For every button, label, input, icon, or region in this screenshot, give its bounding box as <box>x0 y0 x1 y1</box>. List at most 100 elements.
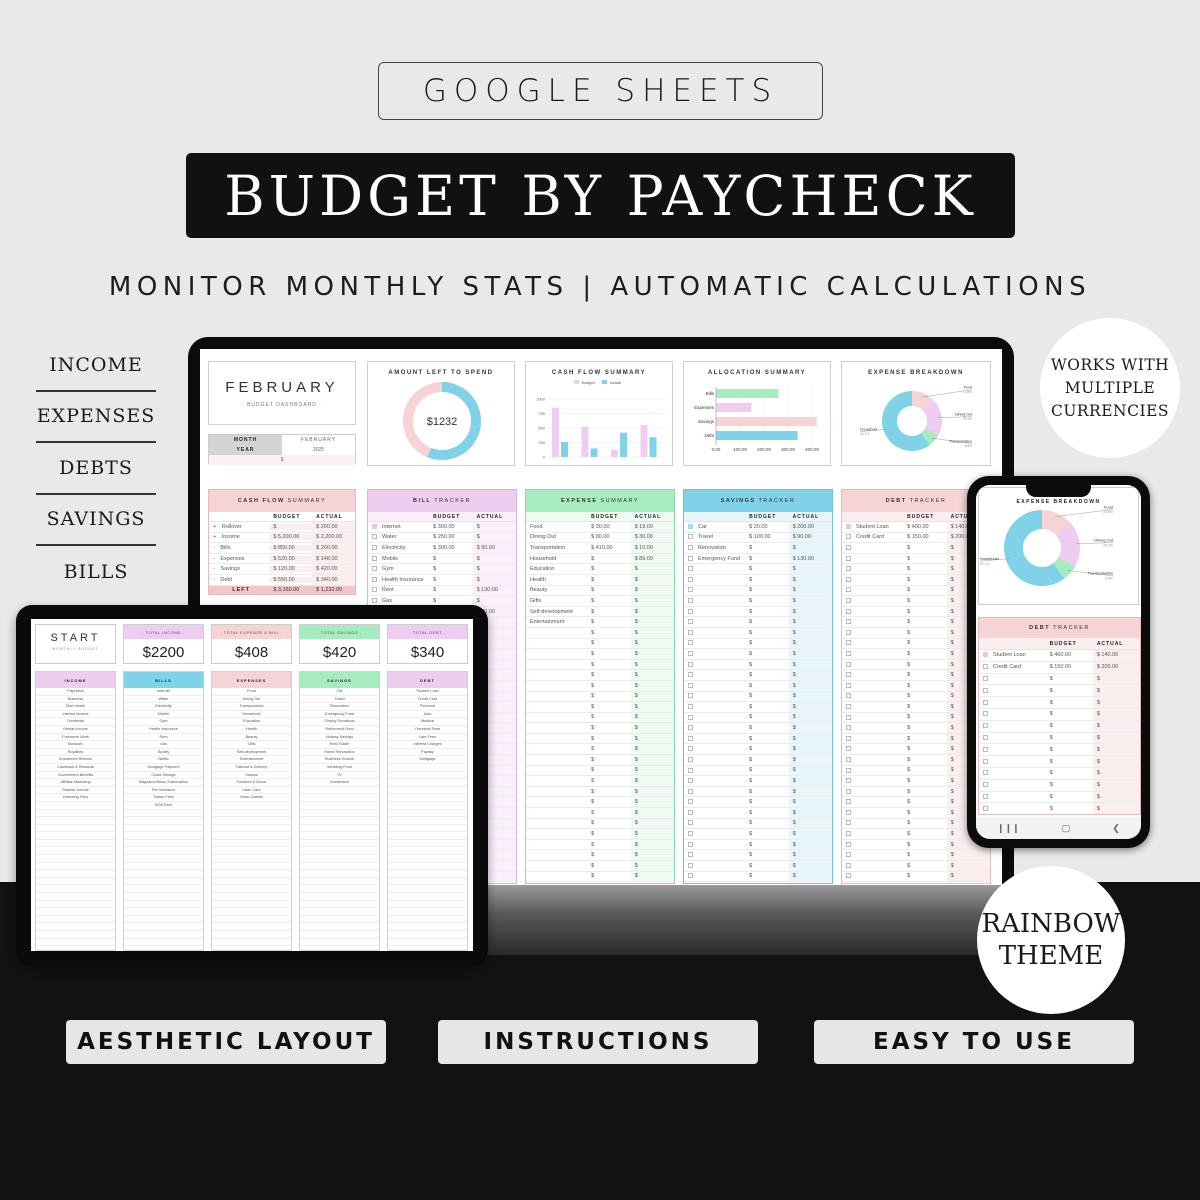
row-actual[interactable]: $ <box>788 638 832 649</box>
row-budget[interactable]: $ <box>587 810 630 816</box>
row-budget[interactable]: $ 410.00 <box>587 545 630 551</box>
home-icon[interactable]: ▢ <box>1062 823 1071 834</box>
row-budget[interactable]: $ <box>429 577 472 583</box>
row-actual[interactable]: $ <box>630 850 674 860</box>
row-budget[interactable]: $ 550.00 <box>269 576 313 583</box>
row-actual[interactable]: $ <box>1092 685 1140 697</box>
row-budget[interactable]: $ 100.00 <box>745 534 788 540</box>
row-actual[interactable]: $ <box>630 596 674 606</box>
checkbox[interactable] <box>846 841 851 847</box>
checkbox[interactable] <box>846 693 851 699</box>
row-actual[interactable]: $ 130.00 <box>788 553 832 564</box>
row-budget[interactable]: $ <box>745 662 788 668</box>
row-budget[interactable]: $ <box>903 831 946 837</box>
row-budget[interactable]: $ <box>587 789 630 795</box>
row-actual[interactable]: $ <box>788 585 832 596</box>
row-budget[interactable]: $ <box>429 587 472 593</box>
row-budget[interactable]: $ <box>587 619 630 625</box>
row-budget[interactable]: $ <box>745 714 788 720</box>
row-actual[interactable]: $ <box>630 649 674 659</box>
checkbox[interactable] <box>983 652 988 658</box>
recent-apps-icon[interactable]: ❙❙❙ <box>997 823 1020 834</box>
row-budget[interactable]: $ <box>745 863 788 869</box>
row-actual[interactable]: $ <box>1092 732 1140 744</box>
checkbox[interactable] <box>983 746 988 752</box>
checkbox[interactable] <box>846 672 851 678</box>
row-budget[interactable]: $ <box>903 619 946 625</box>
easy-to-use-button[interactable]: EASY TO USE <box>814 1020 1134 1064</box>
row-actual[interactable]: $ 340.00 <box>312 574 355 585</box>
checkbox[interactable] <box>688 841 693 847</box>
row-actual[interactable]: $ 90.00 <box>788 532 832 543</box>
row-actual[interactable]: $ 2,200.00 <box>312 532 355 543</box>
checkbox[interactable] <box>688 545 693 551</box>
row-actual[interactable]: $ <box>788 808 832 818</box>
currency-select[interactable]: $ <box>209 455 355 465</box>
row-budget[interactable]: $ <box>1046 723 1093 729</box>
row-budget[interactable]: $ <box>745 757 788 763</box>
row-budget[interactable]: $ <box>1046 770 1093 776</box>
checkbox[interactable] <box>846 873 851 879</box>
checkbox[interactable] <box>688 587 693 593</box>
row-actual[interactable]: $ <box>788 649 832 659</box>
row-actual[interactable]: $ <box>630 861 674 871</box>
checkbox[interactable] <box>983 805 988 811</box>
row-actual[interactable]: $ <box>788 659 832 670</box>
row-budget[interactable]: $ <box>745 778 788 784</box>
checkbox[interactable] <box>846 703 851 709</box>
row-budget[interactable]: $ <box>745 577 788 583</box>
checkbox[interactable] <box>688 703 693 709</box>
checkbox[interactable] <box>846 534 851 540</box>
row-budget[interactable]: $ <box>903 842 946 848</box>
row-budget[interactable]: $ <box>903 736 946 742</box>
row-actual[interactable]: $ <box>1092 708 1140 720</box>
row-budget[interactable]: $ <box>587 587 630 593</box>
row-budget[interactable]: $ <box>745 852 788 858</box>
checkbox[interactable] <box>846 640 851 646</box>
row-actual[interactable]: $ <box>788 564 832 574</box>
row-actual[interactable]: $ <box>788 744 832 755</box>
row-budget[interactable]: $ <box>587 736 630 742</box>
checkbox[interactable] <box>688 788 693 794</box>
row-actual[interactable]: $ <box>1092 803 1140 814</box>
row-actual[interactable]: $ <box>1092 744 1140 756</box>
row-budget[interactable]: $ <box>745 767 788 773</box>
row-actual[interactable]: $ <box>946 861 990 871</box>
row-budget[interactable]: $ <box>903 640 946 646</box>
checkbox[interactable] <box>688 619 693 625</box>
row-actual[interactable]: $ <box>788 617 832 627</box>
row-budget[interactable]: $ <box>903 799 946 805</box>
row-budget[interactable]: $ <box>587 651 630 657</box>
row-actual[interactable]: $ 30.00 <box>630 532 674 543</box>
checkbox[interactable] <box>372 534 377 540</box>
row-actual[interactable]: $ <box>630 627 674 638</box>
checkbox[interactable] <box>983 770 988 776</box>
row-actual[interactable]: $ 140.00 <box>1092 650 1140 661</box>
row-actual[interactable]: $ <box>472 596 516 606</box>
row-budget[interactable]: $ <box>587 820 630 826</box>
row-budget[interactable]: $ 300.00 <box>429 524 472 530</box>
checkbox[interactable] <box>688 576 693 582</box>
row-budget[interactable]: $ <box>745 545 788 551</box>
row-budget[interactable]: $ <box>1046 782 1093 788</box>
row-budget[interactable]: $ <box>1046 806 1093 812</box>
row-budget[interactable]: $ <box>587 598 630 604</box>
checkbox[interactable] <box>846 598 851 603</box>
row-budget[interactable]: $ <box>1046 676 1093 682</box>
row-budget[interactable]: $ <box>745 651 788 657</box>
row-budget[interactable]: $ <box>587 852 630 858</box>
checkbox[interactable] <box>983 711 988 717</box>
checkbox[interactable] <box>688 661 693 667</box>
checkbox[interactable] <box>688 809 693 815</box>
row-budget[interactable]: $ <box>903 789 946 795</box>
checkbox[interactable] <box>688 629 693 635</box>
checkbox[interactable] <box>688 735 693 741</box>
row-budget[interactable]: $ <box>903 566 946 572</box>
row-budget[interactable]: $ 520.00 <box>269 555 313 562</box>
row-budget[interactable]: $ <box>587 672 630 678</box>
row-budget[interactable]: $ <box>587 831 630 837</box>
checkbox[interactable] <box>688 714 693 720</box>
row-budget[interactable]: $ <box>745 693 788 699</box>
row-actual[interactable]: $ <box>788 723 832 733</box>
row-budget[interactable]: $ <box>903 725 946 731</box>
